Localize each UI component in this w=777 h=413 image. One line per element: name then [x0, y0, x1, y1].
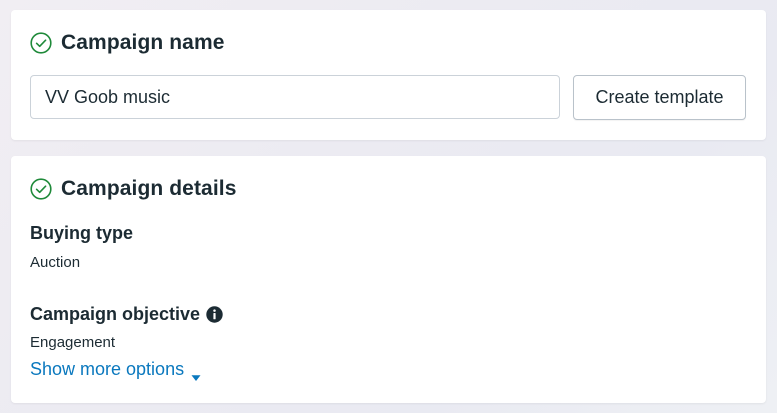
info-icon[interactable] — [206, 306, 223, 323]
campaign-details-header: Campaign details — [30, 177, 236, 201]
campaign-details-card: Campaign details Buying type Auction Cam… — [11, 156, 766, 403]
show-more-options-label: Show more options — [30, 359, 185, 379]
check-circle-icon — [30, 32, 52, 54]
buying-type-label: Buying type — [30, 223, 134, 243]
show-more-options-link[interactable]: Show more options — [30, 359, 201, 381]
check-circle-icon — [30, 178, 52, 200]
campaign-name-header: Campaign name — [30, 31, 225, 55]
buying-type-value: Auction — [30, 254, 81, 271]
campaign-name-title: Campaign name — [61, 31, 225, 54]
campaign-name-input[interactable] — [30, 75, 560, 119]
campaign-objective-label-row: Campaign objective — [30, 304, 223, 325]
campaign-details-title: Campaign details — [61, 177, 237, 200]
create-template-button[interactable]: Create template — [573, 75, 746, 120]
caret-down-icon — [191, 366, 201, 381]
campaign-objective-value: Engagement — [30, 334, 116, 351]
campaign-name-card: Campaign name Create template — [11, 10, 766, 140]
campaign-objective-label: Campaign objective — [30, 304, 201, 324]
